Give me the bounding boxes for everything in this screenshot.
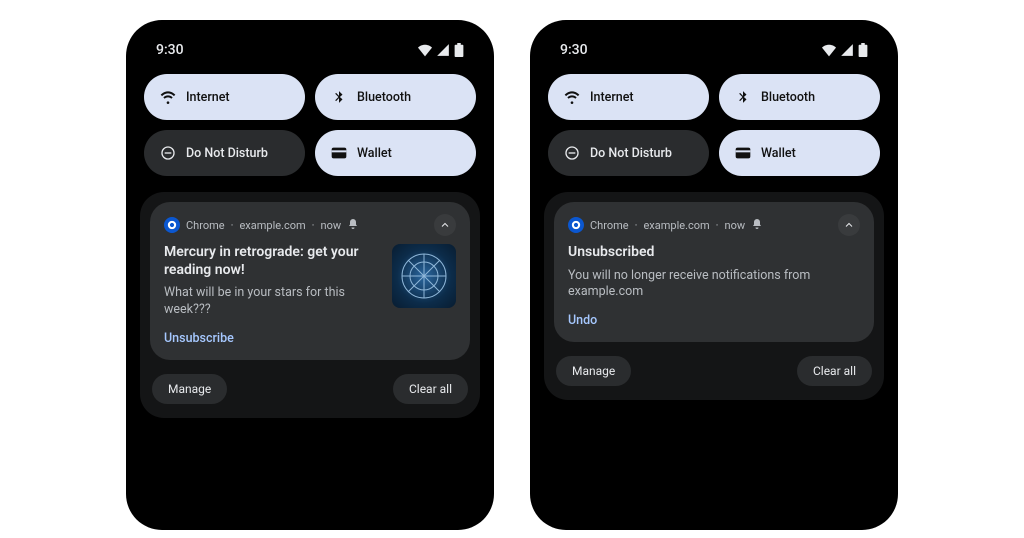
qs-dnd-tile[interactable]: Do Not Disturb xyxy=(144,130,305,176)
clear-all-button[interactable]: Clear all xyxy=(797,356,872,386)
notification-shade: Chrome · example.com · now Mercury in re… xyxy=(140,192,480,418)
phone-left: 9:30 Internet Bluetooth Do Not Disturb xyxy=(126,20,494,530)
clock: 9:30 xyxy=(156,42,184,58)
notification-body: What will be in your stars for this week… xyxy=(164,285,382,319)
status-icons xyxy=(418,43,464,57)
qs-wallet-tile[interactable]: Wallet xyxy=(315,130,476,176)
qs-bluetooth-label: Bluetooth xyxy=(357,90,411,105)
clear-all-button[interactable]: Clear all xyxy=(393,374,468,404)
unsubscribe-button[interactable]: Unsubscribe xyxy=(164,331,456,346)
bell-icon xyxy=(347,218,359,233)
quick-settings: Internet Bluetooth Do Not Disturb Wallet xyxy=(542,66,886,188)
wifi-icon xyxy=(418,43,432,57)
notification-site: example.com xyxy=(239,219,305,232)
bluetooth-icon xyxy=(331,89,347,105)
dnd-icon xyxy=(564,145,580,161)
signal-icon xyxy=(840,43,854,57)
notification-image xyxy=(392,244,456,308)
wifi-icon xyxy=(160,89,176,105)
qs-internet-tile[interactable]: Internet xyxy=(548,74,709,120)
qs-internet-label: Internet xyxy=(186,90,230,105)
notification-card[interactable]: Chrome · example.com · now Mercury in re… xyxy=(150,202,470,360)
status-bar: 9:30 xyxy=(138,30,482,66)
manage-button[interactable]: Manage xyxy=(556,356,631,386)
qs-wallet-tile[interactable]: Wallet xyxy=(719,130,880,176)
wifi-icon xyxy=(564,89,580,105)
clock: 9:30 xyxy=(560,42,588,58)
notification-header: Chrome · example.com · now xyxy=(164,214,456,236)
qs-internet-label: Internet xyxy=(590,90,634,105)
notification-title: Unsubscribed xyxy=(568,244,860,262)
manage-button[interactable]: Manage xyxy=(152,374,227,404)
collapse-button[interactable] xyxy=(434,214,456,236)
bell-icon xyxy=(751,218,763,233)
dnd-icon xyxy=(160,145,176,161)
phone-right: 9:30 Internet Bluetooth Do Not Disturb xyxy=(530,20,898,530)
qs-dnd-label: Do Not Disturb xyxy=(590,146,672,161)
battery-icon xyxy=(858,43,868,57)
notification-app: Chrome xyxy=(590,219,629,232)
battery-icon xyxy=(454,43,464,57)
collapse-button[interactable] xyxy=(838,214,860,236)
notification-time: now xyxy=(321,219,342,232)
notification-title: Mercury in retrograde: get your reading … xyxy=(164,244,382,279)
notification-time: now xyxy=(725,219,746,232)
chrome-icon xyxy=(164,217,180,233)
qs-wallet-label: Wallet xyxy=(357,146,392,161)
notification-card[interactable]: Chrome · example.com · now Unsubscribed … xyxy=(554,202,874,342)
notification-body: You will no longer receive notifications… xyxy=(568,268,860,302)
status-icons xyxy=(822,43,868,57)
bluetooth-icon xyxy=(735,89,751,105)
notification-shade: Chrome · example.com · now Unsubscribed … xyxy=(544,192,884,400)
qs-internet-tile[interactable]: Internet xyxy=(144,74,305,120)
quick-settings: Internet Bluetooth Do Not Disturb Wallet xyxy=(138,66,482,188)
wallet-icon xyxy=(331,145,347,161)
chrome-icon xyxy=(568,217,584,233)
qs-bluetooth-label: Bluetooth xyxy=(761,90,815,105)
notification-header: Chrome · example.com · now xyxy=(568,214,860,236)
wifi-icon xyxy=(822,43,836,57)
qs-wallet-label: Wallet xyxy=(761,146,796,161)
undo-button[interactable]: Undo xyxy=(568,313,860,328)
signal-icon xyxy=(436,43,450,57)
wallet-icon xyxy=(735,145,751,161)
qs-dnd-tile[interactable]: Do Not Disturb xyxy=(548,130,709,176)
qs-bluetooth-tile[interactable]: Bluetooth xyxy=(315,74,476,120)
notification-site: example.com xyxy=(643,219,709,232)
qs-dnd-label: Do Not Disturb xyxy=(186,146,268,161)
notification-app: Chrome xyxy=(186,219,225,232)
status-bar: 9:30 xyxy=(542,30,886,66)
qs-bluetooth-tile[interactable]: Bluetooth xyxy=(719,74,880,120)
